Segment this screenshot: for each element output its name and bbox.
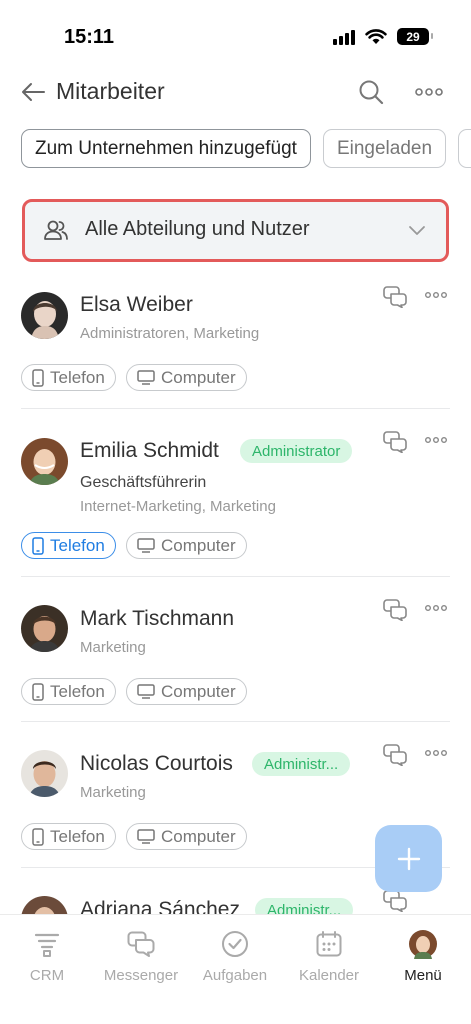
avatar: [21, 896, 68, 914]
avatar: [21, 605, 68, 652]
more-options-icon[interactable]: [425, 603, 447, 613]
phone-icon: [32, 536, 44, 555]
tab-added-to-company[interactable]: Zum Unternehmen hinzugefügt: [21, 129, 311, 168]
employee-position: Geschäftsführerin: [80, 474, 207, 491]
computer-chip-label: Computer: [161, 826, 236, 846]
status-bar: 15:11 29: [0, 0, 471, 62]
nav-label: CRM: [29, 967, 65, 984]
phone-chip[interactable]: Telefon: [21, 823, 116, 850]
employee-name: Elsa Weiber: [80, 293, 193, 316]
crm-icon: [34, 933, 60, 957]
nav-label: Aufgaben: [202, 967, 268, 984]
employee-name: Mark Tischmann: [80, 607, 235, 630]
plus-icon: [397, 847, 420, 870]
battery-level: 29: [406, 29, 420, 44]
phone-icon: [32, 827, 44, 846]
status-icons: 29: [333, 28, 433, 45]
computer-chip[interactable]: Computer: [126, 364, 247, 391]
phone-chip[interactable]: Telefon: [21, 364, 116, 391]
tab-invited[interactable]: Eingeladen: [322, 129, 447, 168]
phone-icon: [32, 682, 44, 701]
computer-icon: [137, 538, 155, 553]
employee-item[interactable]: Emilia Schmidt Administrator Geschäftsfü…: [0, 409, 471, 577]
employee-departments: Administratoren, Marketing: [80, 325, 260, 342]
employee-departments: Marketing: [80, 639, 146, 656]
avatar: [21, 292, 68, 339]
phone-chip-label: Telefon: [50, 826, 105, 846]
employee-departments: Marketing: [80, 784, 146, 801]
nav-item-messenger[interactable]: Messenger: [94, 929, 188, 984]
more-options-icon[interactable]: [425, 290, 447, 300]
more-options-icon[interactable]: [415, 84, 443, 100]
tab-more[interactable]: [458, 129, 471, 168]
employee-item[interactable]: Mark Tischmann Marketing Telefon Compute…: [0, 577, 471, 722]
nav-item-tasks[interactable]: Aufgaben: [188, 929, 282, 984]
employee-name: Emilia Schmidt: [80, 439, 219, 462]
computer-icon: [137, 684, 155, 699]
employee-list: Elsa Weiber Administratoren, Marketing T…: [0, 276, 471, 914]
wifi-icon: [365, 28, 387, 44]
avatar: [21, 750, 68, 797]
chevron-down-icon: [409, 226, 425, 235]
messenger-icon: [127, 931, 155, 957]
tasks-icon: [222, 931, 248, 957]
page-title: Mitarbeiter: [56, 78, 165, 104]
admin-badge: Administrator: [240, 439, 353, 463]
nav-label: Kalender: [298, 967, 360, 984]
phone-icon: [32, 368, 44, 387]
phone-chip-label: Telefon: [50, 535, 105, 555]
more-options-icon[interactable]: [425, 435, 447, 445]
nav-item-crm[interactable]: CRM: [0, 929, 94, 984]
chat-icon[interactable]: [383, 286, 407, 308]
computer-icon: [137, 370, 155, 385]
phone-chip-label: Telefon: [50, 367, 105, 387]
battery-icon: 29: [397, 28, 433, 45]
phone-chip[interactable]: Telefon: [21, 532, 116, 559]
chat-icon[interactable]: [383, 431, 407, 453]
computer-chip-label: Computer: [161, 535, 236, 555]
nav-label: Messenger: [103, 967, 179, 984]
nav-item-menu[interactable]: Menü: [376, 929, 470, 984]
phone-chip[interactable]: Telefon: [21, 678, 116, 705]
admin-badge: Administr...: [252, 752, 351, 776]
phone-chip-label: Telefon: [50, 681, 105, 701]
more-options-icon[interactable]: [425, 748, 447, 758]
employee-item[interactable]: Elsa Weiber Administratoren, Marketing T…: [0, 276, 471, 409]
nav-label: Menü: [404, 967, 442, 984]
admin-badge: Administr...: [255, 898, 354, 914]
menu-avatar-icon: [409, 930, 437, 959]
filter-tabs: Zum Unternehmen hinzugefügt Eingeladen: [21, 129, 471, 168]
computer-chip-label: Computer: [161, 367, 236, 387]
computer-icon: [137, 829, 155, 844]
search-icon[interactable]: [357, 78, 385, 106]
computer-chip-label: Computer: [161, 681, 236, 701]
computer-chip[interactable]: Computer: [126, 678, 247, 705]
status-time: 15:11: [64, 26, 115, 48]
calendar-icon: [316, 931, 342, 957]
computer-chip[interactable]: Computer: [126, 823, 247, 850]
department-filter-label: Alle Abteilung und Nutzer: [85, 218, 310, 240]
chat-icon[interactable]: [383, 599, 407, 621]
users-icon: [44, 220, 68, 240]
chat-icon[interactable]: [383, 744, 407, 766]
back-arrow-icon[interactable]: [20, 80, 46, 104]
chat-icon[interactable]: [383, 890, 407, 912]
department-filter-select[interactable]: Alle Abteilung und Nutzer: [22, 199, 449, 262]
add-employee-button[interactable]: [375, 825, 442, 892]
header: Mitarbeiter: [0, 70, 471, 114]
employee-name: Adriana Sánchez: [80, 898, 240, 914]
bottom-navigation: CRM Messenger Aufgaben Kalender Menü: [0, 914, 471, 1024]
employee-name: Nicolas Courtois: [80, 752, 233, 775]
nav-item-calendar[interactable]: Kalender: [282, 929, 376, 984]
avatar: [21, 438, 68, 485]
signal-icon: [333, 29, 355, 45]
computer-chip[interactable]: Computer: [126, 532, 247, 559]
employee-departments: Internet-Marketing, Marketing: [80, 498, 276, 515]
